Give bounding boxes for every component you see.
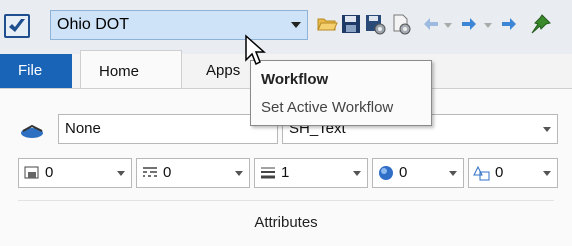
- chevron-down-icon[interactable]: [291, 22, 301, 28]
- level-value: None: [65, 120, 101, 137]
- level-dropdown[interactable]: None: [58, 114, 278, 144]
- line-style-value: 0: [163, 164, 172, 181]
- file-properties-icon[interactable]: [390, 13, 412, 35]
- line-style-dropdown[interactable]: 0: [136, 158, 250, 188]
- open-folder-icon[interactable]: [316, 13, 338, 35]
- level-display-icon[interactable]: [18, 122, 48, 142]
- class-value: 0: [495, 164, 504, 181]
- chevron-down-icon[interactable]: [543, 171, 551, 176]
- chevron-down-icon[interactable]: [353, 171, 361, 176]
- tab-file-label: File: [18, 62, 43, 79]
- chevron-down-icon[interactable]: [543, 127, 551, 132]
- group-label-attributes: Attributes: [254, 214, 318, 231]
- color-icon: [24, 166, 39, 179]
- color-dropdown[interactable]: 0: [18, 158, 132, 188]
- mouse-cursor-icon: [244, 34, 270, 70]
- line-weight-icon: [261, 167, 275, 179]
- undo-icon[interactable]: [420, 13, 442, 35]
- undo-dropdown-icon[interactable]: [442, 13, 454, 35]
- chevron-down-icon[interactable]: [449, 171, 457, 176]
- tab-home[interactable]: Home: [80, 50, 182, 90]
- line-style-icon: [143, 167, 157, 177]
- tooltip-description: Set Active Workflow: [261, 99, 394, 116]
- pin-icon[interactable]: [528, 13, 551, 35]
- save-settings-icon[interactable]: [364, 13, 386, 35]
- tab-apps-label: Apps: [206, 62, 241, 79]
- app-logo-icon[interactable]: [4, 14, 30, 38]
- line-weight-dropdown[interactable]: 1: [254, 158, 368, 188]
- save-icon[interactable]: [340, 13, 362, 35]
- color-value: 0: [45, 164, 54, 181]
- transparency-icon: [379, 166, 393, 180]
- tab-file[interactable]: File: [0, 54, 72, 88]
- panel-divider: [18, 200, 554, 201]
- class-dropdown[interactable]: 0: [468, 158, 558, 188]
- transparency-dropdown[interactable]: 0: [372, 158, 464, 188]
- chevron-down-icon[interactable]: [117, 171, 125, 176]
- redo-icon[interactable]: [498, 13, 520, 35]
- tab-home-label: Home: [99, 63, 140, 80]
- workflow-value: Ohio DOT: [57, 16, 130, 33]
- class-icon: [473, 165, 490, 181]
- line-weight-value: 1: [281, 164, 290, 181]
- transparency-value: 0: [399, 164, 408, 181]
- redo-icon[interactable]: [458, 13, 480, 35]
- workflow-tooltip: Workflow Set Active Workflow: [250, 60, 432, 126]
- chevron-down-icon[interactable]: [235, 171, 243, 176]
- tooltip-title: Workflow: [261, 71, 329, 88]
